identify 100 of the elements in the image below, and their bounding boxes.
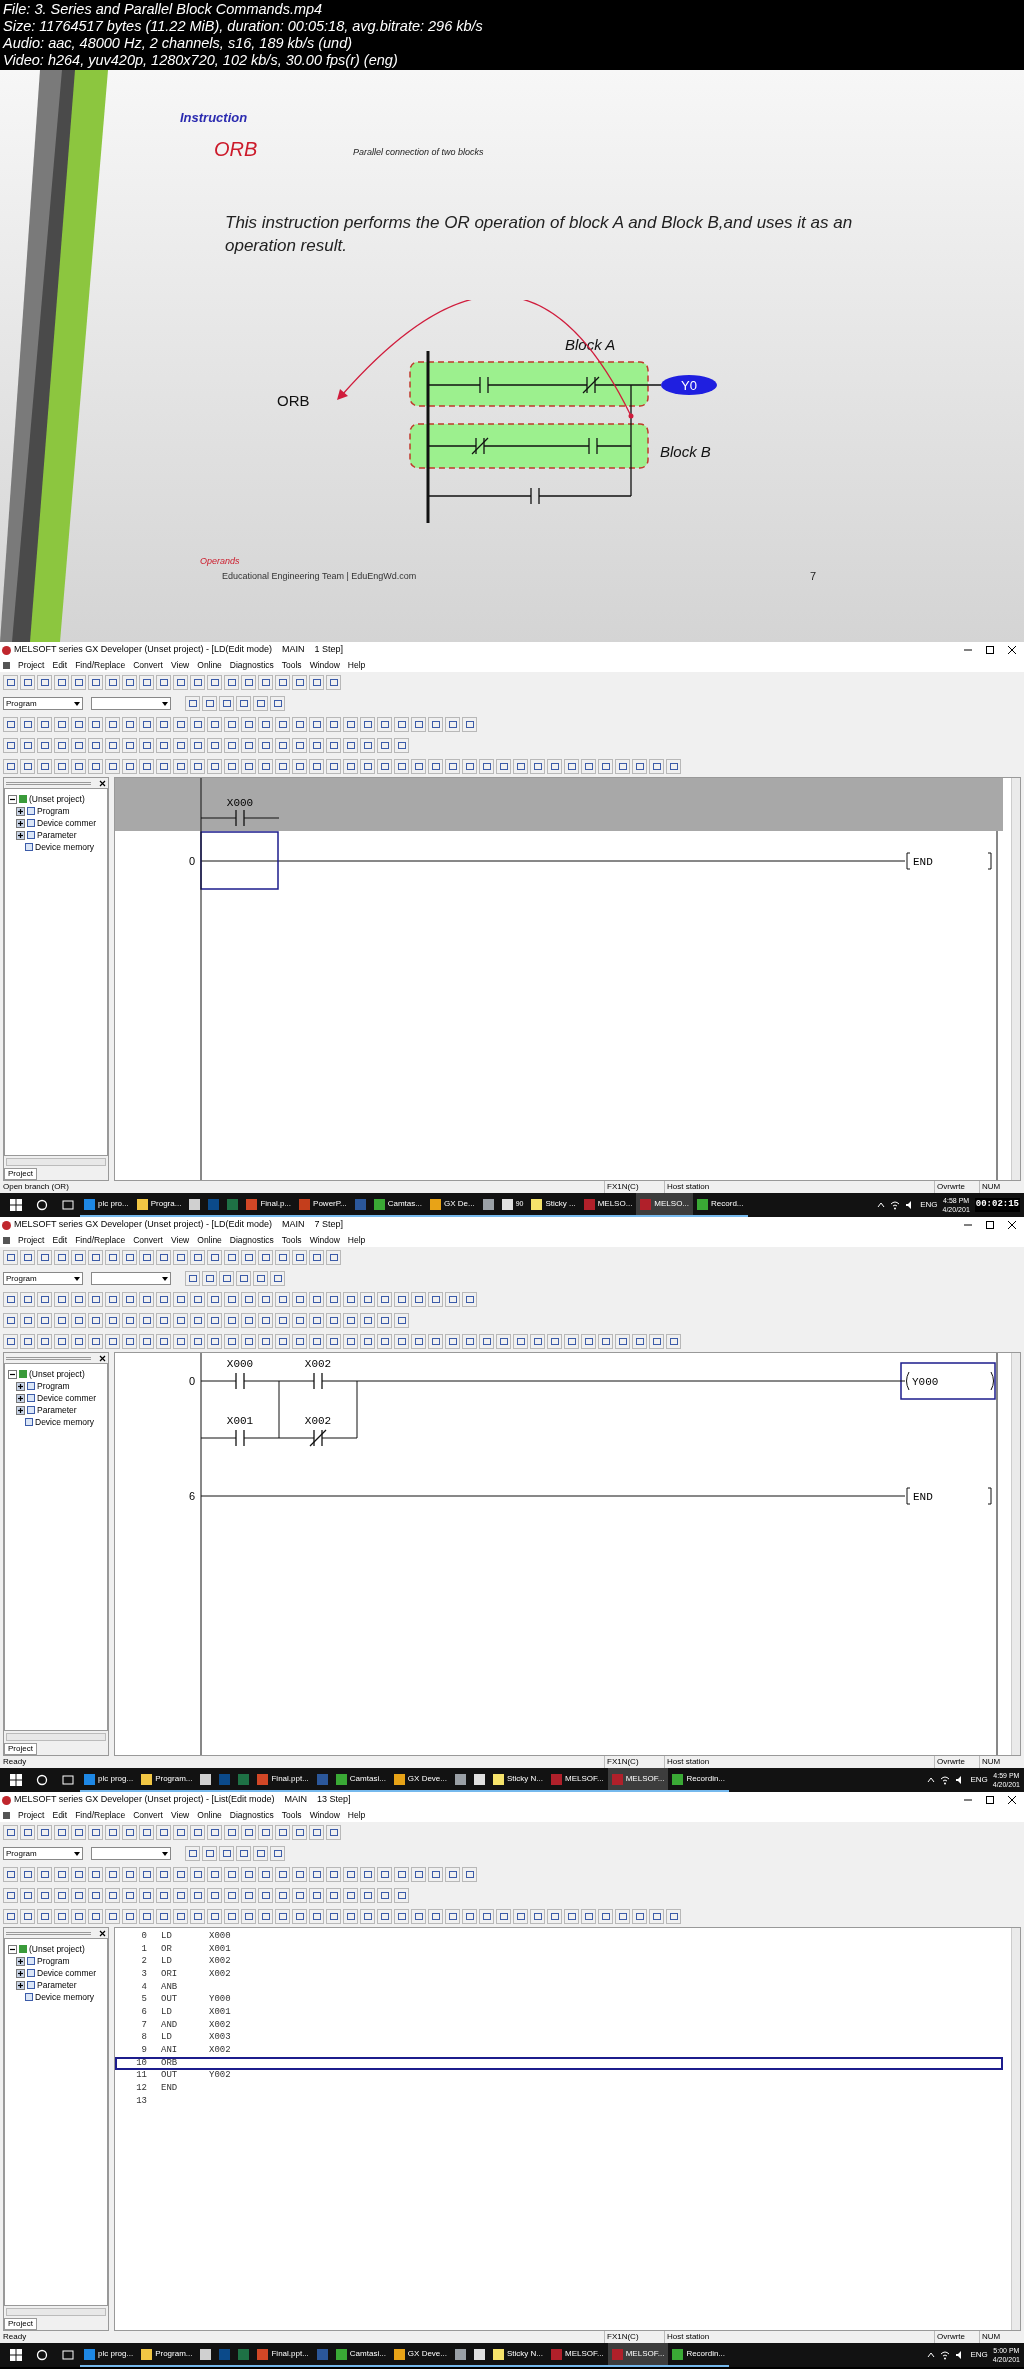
toolbar-button[interactable] — [275, 738, 290, 753]
expander-icon[interactable] — [16, 1405, 25, 1415]
toolbar-button[interactable] — [139, 1313, 154, 1328]
toolbar-button[interactable] — [292, 1250, 307, 1265]
toolbar-button[interactable] — [122, 738, 137, 753]
toolbar-button[interactable] — [173, 1888, 188, 1903]
expander-icon[interactable] — [8, 1944, 17, 1954]
toolbar-button[interactable] — [649, 1909, 664, 1924]
toolbar-button[interactable] — [207, 1888, 222, 1903]
toolbar-button[interactable] — [88, 1909, 103, 1924]
close-icon[interactable] — [1008, 1796, 1016, 1804]
toolbar-button[interactable] — [632, 759, 647, 774]
toolbar-button[interactable] — [156, 1292, 171, 1307]
toolbar-button[interactable] — [173, 675, 188, 690]
toolbar-button[interactable] — [411, 717, 426, 732]
toolbar-button[interactable] — [54, 717, 69, 732]
toolbar-button[interactable] — [326, 1909, 341, 1924]
task-view-icon[interactable] — [62, 2349, 74, 2361]
toolbar-button[interactable] — [445, 1867, 460, 1882]
toolbar-button[interactable] — [258, 1250, 273, 1265]
tree-item[interactable]: Device memory — [35, 1991, 95, 2003]
instruction-row[interactable]: 1 OR X001 — [115, 1942, 1003, 1956]
menu-item[interactable]: Find/Replace — [75, 658, 126, 672]
language-indicator[interactable]: ENG — [970, 1774, 988, 1786]
toolbar-button[interactable] — [139, 1825, 154, 1840]
toolbar-button[interactable] — [292, 759, 307, 774]
toolbar-button[interactable] — [190, 1867, 205, 1882]
toolbar-button[interactable] — [394, 1334, 409, 1349]
taskbar-app-button[interactable]: plc prog... — [80, 2343, 138, 2367]
toolbar-button[interactable] — [615, 1909, 630, 1924]
toolbar-button[interactable] — [360, 1909, 375, 1924]
toolbar-button[interactable] — [360, 1334, 375, 1349]
toolbar-button[interactable] — [37, 1334, 52, 1349]
toolbar-button[interactable] — [326, 1334, 341, 1349]
toolbar-button[interactable] — [360, 717, 375, 732]
toolbar-button[interactable] — [3, 675, 18, 690]
toolbar-button[interactable] — [37, 1888, 52, 1903]
toolbar-button[interactable] — [241, 1334, 256, 1349]
toolbar-button[interactable] — [275, 1313, 290, 1328]
instruction-row[interactable]: 9 ANI X002 — [115, 2044, 1003, 2057]
toolbar-button[interactable] — [394, 1867, 409, 1882]
toolbar-button[interactable] — [122, 1867, 137, 1882]
toolbar-button[interactable] — [496, 1909, 511, 1924]
toolbar-button[interactable] — [615, 1334, 630, 1349]
taskbar-app-button[interactable]: MELSO... — [636, 1193, 694, 1217]
toolbar-button[interactable] — [71, 1313, 86, 1328]
toolbar-button[interactable] — [275, 759, 290, 774]
toolbar-button[interactable] — [530, 759, 545, 774]
toolbar-button[interactable] — [207, 1313, 222, 1328]
toolbar-button[interactable] — [88, 717, 103, 732]
toolbar-button[interactable] — [122, 1909, 137, 1924]
toolbar-button[interactable] — [292, 1334, 307, 1349]
toolbar-button[interactable] — [139, 1888, 154, 1903]
tree-item[interactable]: Parameter — [37, 1404, 77, 1416]
toolbar-button[interactable] — [173, 717, 188, 732]
toolbar-button[interactable] — [632, 1909, 647, 1924]
toolbar-button[interactable] — [564, 1334, 579, 1349]
toolbar-button[interactable] — [185, 1846, 200, 1861]
menu-item[interactable]: Window — [309, 1808, 340, 1822]
toolbar-button[interactable] — [156, 1313, 171, 1328]
horizontal-scrollbar[interactable] — [6, 1733, 106, 1741]
toolbar-button[interactable] — [428, 717, 443, 732]
tree-item[interactable]: Device commer — [37, 1392, 97, 1404]
toolbar-button[interactable] — [326, 759, 341, 774]
menu-item[interactable]: Tools — [281, 1808, 302, 1822]
menu-item[interactable]: Help — [347, 1233, 366, 1247]
toolbar-button[interactable] — [411, 759, 426, 774]
network-icon[interactable] — [940, 2350, 951, 2360]
expander-icon[interactable] — [16, 1381, 25, 1391]
toolbar-button[interactable] — [309, 1909, 324, 1924]
expander-icon[interactable] — [8, 794, 17, 804]
menu-item[interactable]: Find/Replace — [75, 1233, 126, 1247]
toolbar-button[interactable] — [202, 1271, 217, 1286]
toolbar-button[interactable] — [105, 1334, 120, 1349]
toolbar-button[interactable] — [326, 1292, 341, 1307]
toolbar-button[interactable] — [513, 1909, 528, 1924]
toolbar-button[interactable] — [156, 1867, 171, 1882]
toolbar-button[interactable] — [309, 1867, 324, 1882]
toolbar-button[interactable] — [3, 738, 18, 753]
toolbar-button[interactable] — [105, 1867, 120, 1882]
toolbar-button[interactable] — [54, 1825, 69, 1840]
toolbar-button[interactable] — [54, 738, 69, 753]
menu-item[interactable]: Edit — [52, 1233, 68, 1247]
toolbar-button[interactable] — [411, 1867, 426, 1882]
language-indicator[interactable]: ENG — [920, 1199, 938, 1211]
minimize-icon[interactable] — [964, 646, 972, 654]
toolbar-button[interactable] — [173, 1909, 188, 1924]
toolbar-button[interactable] — [207, 1909, 222, 1924]
toolbar-button[interactable] — [139, 1250, 154, 1265]
chevron-up-icon[interactable] — [927, 1777, 936, 1783]
toolbar-button[interactable] — [479, 1909, 494, 1924]
toolbar-button[interactable] — [224, 1825, 239, 1840]
toolbar-button[interactable] — [122, 1292, 137, 1307]
toolbar-button[interactable] — [275, 1250, 290, 1265]
toolbar-button[interactable] — [224, 1909, 239, 1924]
toolbar-button[interactable] — [343, 1867, 358, 1882]
toolbar-button[interactable] — [547, 1909, 562, 1924]
toolbar-button[interactable] — [139, 1292, 154, 1307]
toolbar-button[interactable] — [241, 1292, 256, 1307]
toolbar-button[interactable] — [241, 1250, 256, 1265]
